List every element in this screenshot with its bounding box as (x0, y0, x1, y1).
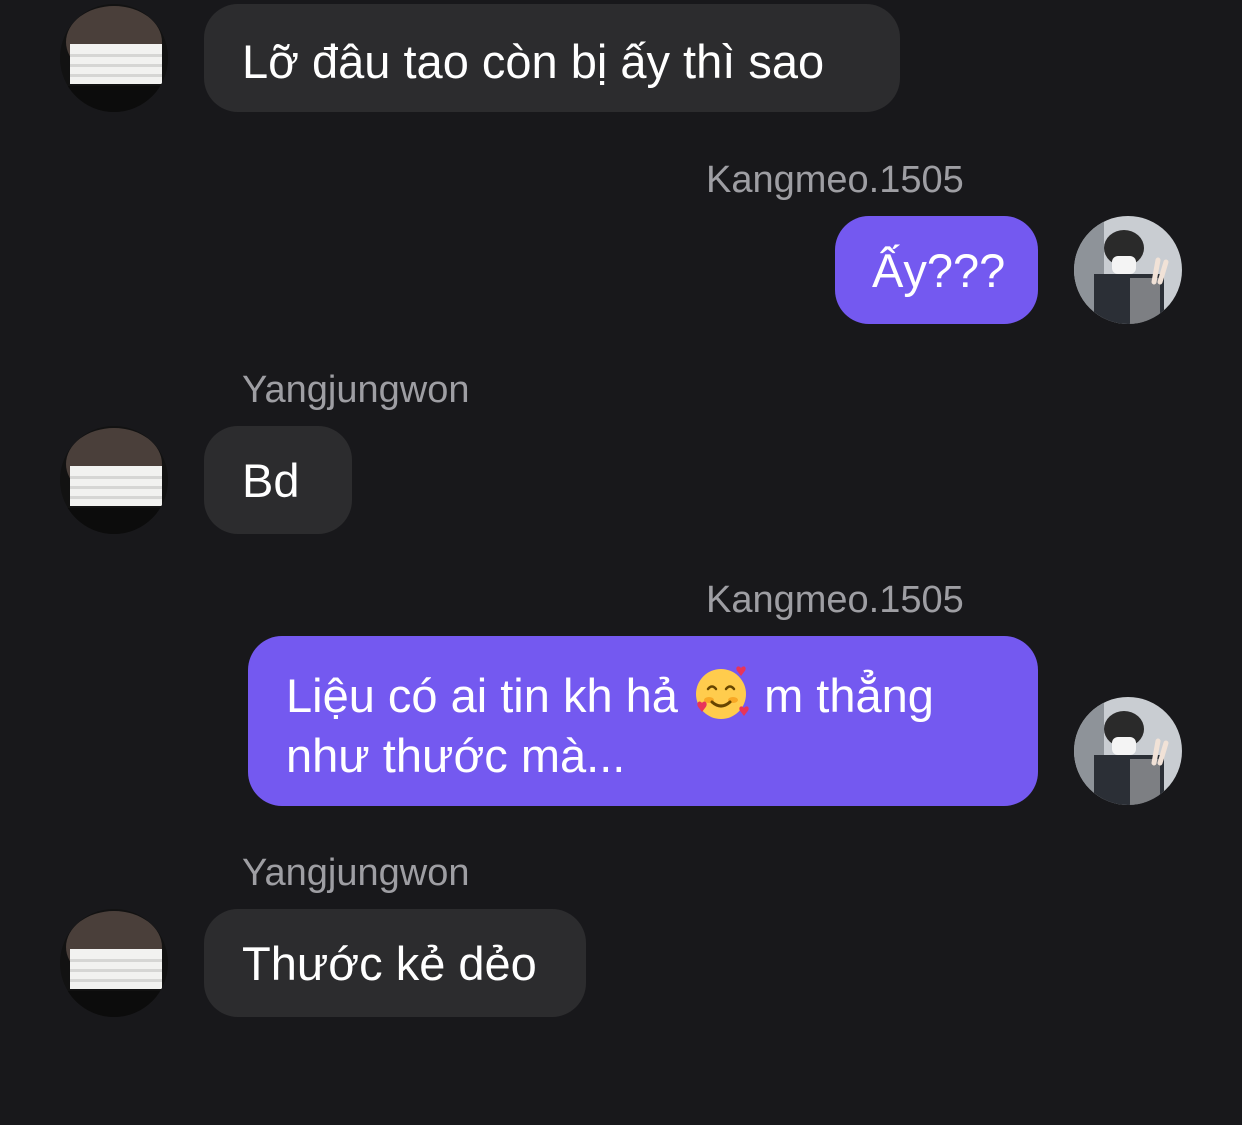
message-text: Thước kẻ dẻo (242, 937, 537, 990)
message-bubble-incoming[interactable]: Bd (204, 426, 352, 534)
kangmeo-avatar[interactable] (1074, 697, 1182, 805)
message-bubble-incoming[interactable]: Lỡ đâu tao còn bị ấy thì sao (204, 4, 900, 112)
sender-name: Kangmeo.1505 (706, 159, 964, 201)
smiling-face-with-hearts-icon (696, 666, 749, 719)
message-bubble-outgoing[interactable]: Ấy??? (835, 216, 1038, 324)
sender-name: Yangjungwon (242, 369, 470, 411)
message-text: Liệu có ai tin kh hả (286, 669, 678, 722)
message-line-2: như thước mà... (286, 729, 626, 782)
kangmeo-avatar[interactable] (1074, 216, 1182, 324)
message-bubble-incoming[interactable]: Thước kẻ dẻo (204, 909, 586, 1017)
message-text: Ấy??? (872, 244, 1006, 297)
message-line-1: Liệu có ai tin kh hả m thẳng (286, 664, 1000, 726)
sender-name: Kangmeo.1505 (706, 579, 964, 621)
message-bubble-outgoing[interactable]: Liệu có ai tin kh hả m thẳng như thước m… (248, 636, 1038, 806)
yangjungwon-avatar[interactable] (60, 4, 168, 112)
message-text: Lỡ đâu tao còn bị ấy thì sao (242, 35, 825, 88)
sender-name: Yangjungwon (242, 852, 470, 894)
message-text: m thẳng (764, 669, 934, 722)
message-text: Bd (242, 454, 300, 507)
yangjungwon-avatar[interactable] (60, 426, 168, 534)
yangjungwon-avatar[interactable] (60, 909, 168, 1017)
